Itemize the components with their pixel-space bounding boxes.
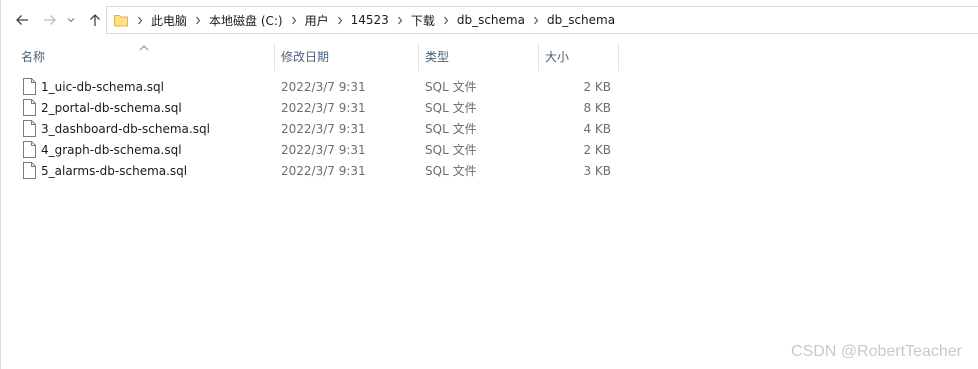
- file-size: 2 KB: [583, 142, 611, 157]
- file-row[interactable]: 5_alarms-db-schema.sql 2022/3/7 9:31 SQL…: [1, 160, 978, 181]
- breadcrumb-chevron-icon[interactable]: [435, 6, 457, 34]
- up-arrow-icon[interactable]: [86, 11, 104, 29]
- sql-file-icon: [23, 162, 36, 179]
- breadcrumb-users[interactable]: 用户: [305, 12, 329, 29]
- file-name: 3_dashboard-db-schema.sql: [41, 121, 210, 136]
- recent-locations-chevron-icon[interactable]: [65, 11, 77, 29]
- file-row[interactable]: 2_portal-db-schema.sql 2022/3/7 9:31 SQL…: [1, 97, 978, 118]
- breadcrumb-chevron-icon[interactable]: [283, 6, 305, 34]
- file-list: 1_uic-db-schema.sql 2022/3/7 9:31 SQL 文件…: [1, 76, 978, 181]
- file-type: SQL 文件: [425, 101, 477, 115]
- file-size: 8 KB: [583, 100, 611, 115]
- address-bar[interactable]: 此电脑 本地磁盘 (C:) 用户 14523 下载 db_schema db_s…: [106, 6, 978, 34]
- navigation-bar: 此电脑 本地磁盘 (C:) 用户 14523 下载 db_schema db_s…: [1, 0, 978, 40]
- file-type: SQL 文件: [425, 80, 477, 94]
- explorer-window: 此电脑 本地磁盘 (C:) 用户 14523 下载 db_schema db_s…: [0, 0, 978, 369]
- file-name: 4_graph-db-schema.sql: [41, 142, 182, 157]
- file-type: SQL 文件: [425, 122, 477, 136]
- forward-arrow-icon[interactable]: [41, 11, 59, 29]
- file-size: 2 KB: [583, 79, 611, 94]
- breadcrumb-chevron-icon[interactable]: [129, 6, 151, 34]
- file-name: 1_uic-db-schema.sql: [41, 79, 164, 94]
- watermark-text: CSDN @RobertTeacher: [791, 343, 962, 360]
- file-type: SQL 文件: [425, 164, 477, 178]
- breadcrumb-db-schema[interactable]: db_schema: [457, 13, 525, 27]
- sql-file-icon: [23, 141, 36, 158]
- file-date: 2022/3/7 9:31: [281, 100, 366, 115]
- sort-ascending-icon: [139, 41, 149, 51]
- breadcrumb-local-disk[interactable]: 本地磁盘 (C:): [209, 12, 283, 29]
- column-header-date[interactable]: 修改日期: [281, 41, 329, 71]
- back-arrow-icon[interactable]: [13, 11, 31, 29]
- column-header-type[interactable]: 类型: [425, 41, 449, 71]
- file-name: 5_alarms-db-schema.sql: [41, 163, 188, 178]
- column-header-name[interactable]: 名称: [21, 41, 45, 71]
- column-divider[interactable]: [418, 43, 419, 71]
- file-row[interactable]: 1_uic-db-schema.sql 2022/3/7 9:31 SQL 文件…: [1, 76, 978, 97]
- column-header-row: 名称 修改日期 类型 大小: [1, 41, 978, 71]
- file-date: 2022/3/7 9:31: [281, 121, 366, 136]
- breadcrumb-chevron-icon[interactable]: [389, 6, 411, 34]
- file-size: 3 KB: [583, 163, 611, 178]
- sql-file-icon: [23, 78, 36, 95]
- sql-file-icon: [23, 120, 36, 137]
- file-name: 2_portal-db-schema.sql: [41, 100, 182, 115]
- breadcrumb-chevron-icon[interactable]: [525, 6, 547, 34]
- file-type: SQL 文件: [425, 143, 477, 157]
- file-date: 2022/3/7 9:31: [281, 142, 366, 157]
- breadcrumb-db-schema-current[interactable]: db_schema: [547, 13, 615, 27]
- file-row[interactable]: 3_dashboard-db-schema.sql 2022/3/7 9:31 …: [1, 118, 978, 139]
- breadcrumb-this-pc[interactable]: 此电脑: [151, 12, 187, 29]
- sql-file-icon: [23, 99, 36, 116]
- column-divider[interactable]: [618, 43, 619, 71]
- file-date: 2022/3/7 9:31: [281, 79, 366, 94]
- breadcrumb-downloads[interactable]: 下载: [411, 12, 435, 29]
- breadcrumb-user-folder[interactable]: 14523: [351, 13, 389, 27]
- breadcrumb-chevron-icon[interactable]: [187, 6, 209, 34]
- folder-icon: [113, 12, 129, 28]
- file-date: 2022/3/7 9:31: [281, 163, 366, 178]
- column-divider[interactable]: [538, 43, 539, 71]
- file-size: 4 KB: [583, 121, 611, 136]
- breadcrumb-chevron-icon[interactable]: [329, 6, 351, 34]
- column-divider[interactable]: [274, 43, 275, 71]
- file-row[interactable]: 4_graph-db-schema.sql 2022/3/7 9:31 SQL …: [1, 139, 978, 160]
- column-header-size[interactable]: 大小: [545, 41, 569, 71]
